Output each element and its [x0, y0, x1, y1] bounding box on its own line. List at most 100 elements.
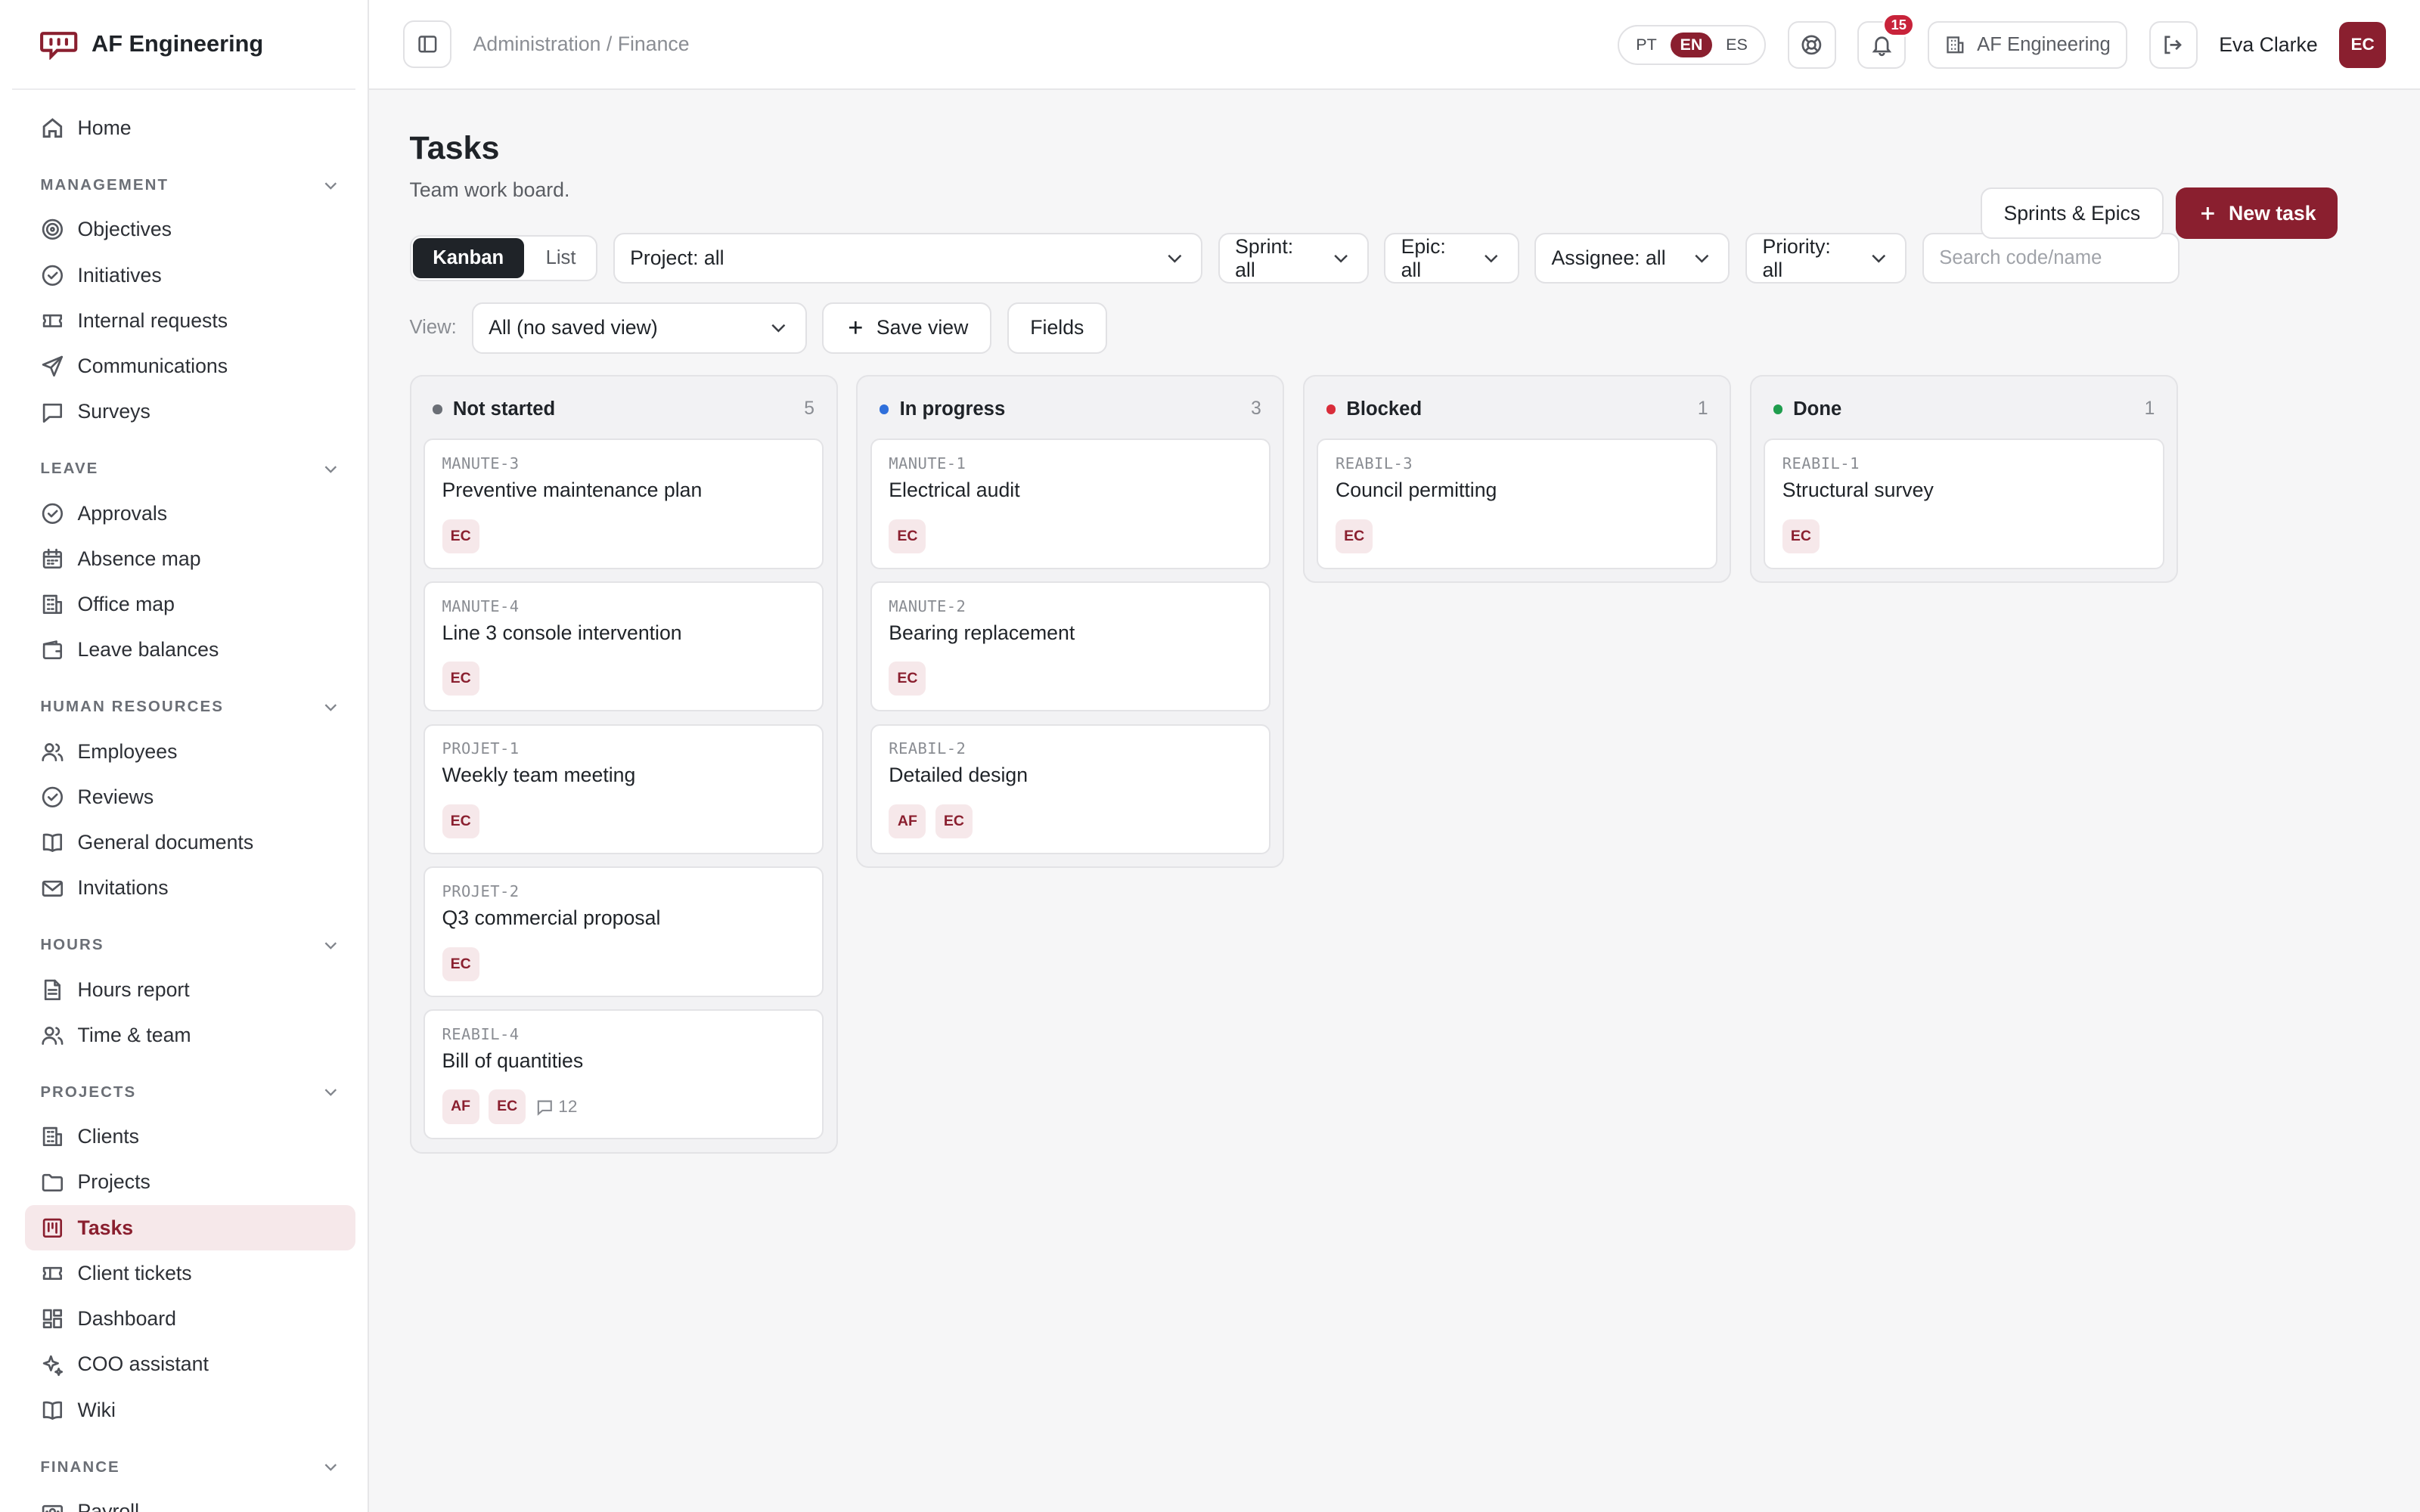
sprints-epics-button[interactable]: Sprints & Epics [1980, 187, 2164, 239]
fields-button[interactable]: Fields [1007, 302, 1108, 354]
assignee-chip[interactable]: EC [935, 804, 973, 839]
assignee-filter[interactable]: Assignee: all [1534, 232, 1730, 284]
folder-icon [42, 1174, 64, 1192]
task-card[interactable]: MANUTE-3 Preventive maintenance plan EC [423, 438, 824, 569]
task-title: Electrical audit [889, 479, 1020, 502]
sidebar-section-header[interactable]: FINANCE [25, 1445, 355, 1489]
assignee-chip[interactable]: EC [489, 1089, 526, 1124]
sidebar-item-leave-balances[interactable]: Leave balances [25, 627, 355, 673]
message-square-icon [43, 403, 63, 423]
sidebar-item-reviews[interactable]: Reviews [25, 774, 355, 820]
assignee-chip[interactable]: EC [1336, 519, 1373, 553]
breadcrumb[interactable]: Administration / Finance [473, 33, 690, 56]
language-option-en[interactable]: EN [1671, 32, 1712, 58]
task-card[interactable]: REABIL-2 Detailed design AF EC [870, 723, 1271, 855]
sidebar-item-label: General documents [77, 831, 254, 854]
sidebar-item-office-map[interactable]: Office map [25, 582, 355, 627]
priority-filter[interactable]: Priority: all [1745, 232, 1907, 284]
task-card[interactable]: MANUTE-1 Electrical audit EC [870, 438, 1271, 569]
task-card[interactable]: MANUTE-2 Bearing replacement EC [870, 581, 1271, 712]
sidebar-section-title: FINANCE [40, 1458, 120, 1476]
sidebar-item-approvals[interactable]: Approvals [25, 491, 355, 536]
sidebar-item-label: Wiki [77, 1398, 116, 1421]
sidebar-item-tasks[interactable]: Tasks [24, 1204, 355, 1251]
sidebar-item-initiatives[interactable]: Initiatives [25, 253, 355, 298]
sidebar-item-wiki[interactable]: Wiki [25, 1387, 355, 1433]
task-title: Preventive maintenance plan [442, 479, 703, 502]
sidebar-item-coo-assistant[interactable]: COO assistant [25, 1342, 355, 1387]
user-name[interactable]: Eva Clarke [2219, 33, 2317, 57]
chevron-down-icon [1485, 255, 1498, 263]
save-view-button[interactable]: Save view [822, 302, 992, 354]
sidebar-section-header[interactable]: HUMAN RESOURCES [25, 686, 355, 729]
assignee-chip[interactable]: EC [442, 662, 479, 696]
sidebar-item-general-documents[interactable]: General documents [25, 820, 355, 866]
assignee-chip[interactable]: AF [442, 1089, 479, 1124]
sidebar-item-client-tickets[interactable]: Client tickets [25, 1250, 355, 1296]
sidebar-item-label: Tasks [77, 1216, 134, 1239]
assignee-chip[interactable]: EC [889, 519, 926, 553]
toggle-sidebar-button[interactable] [403, 20, 451, 69]
language-switcher: PT EN ES [1617, 24, 1767, 66]
logout-button[interactable] [2149, 20, 2198, 70]
task-title: Council permitting [1336, 479, 1497, 502]
project-filter[interactable]: Project: all [613, 232, 1203, 284]
sidebar-item-label: Home [77, 116, 132, 140]
sidebar-item-hours-report[interactable]: Hours report [25, 967, 355, 1012]
view-label: View: [409, 317, 457, 339]
sprint-filter[interactable]: Sprint: all [1218, 232, 1369, 284]
sidebar-item-employees[interactable]: Employees [25, 729, 355, 774]
notifications-button[interactable]: 15 [1857, 13, 1916, 70]
sidebar-item-communications[interactable]: Communications [25, 343, 355, 389]
task-card[interactable]: MANUTE-4 Line 3 console intervention EC [423, 581, 824, 712]
search-input[interactable] [1922, 232, 2180, 284]
view-mode-list[interactable]: List [526, 237, 596, 280]
epic-filter[interactable]: Epic: all [1384, 232, 1519, 284]
avatar[interactable]: EC [2339, 21, 2386, 69]
ticket-icon [43, 1266, 63, 1280]
sidebar-item-internal-requests[interactable]: Internal requests [25, 298, 355, 343]
view-mode-kanban[interactable]: Kanban [412, 237, 524, 279]
sparkles-icon [43, 1355, 64, 1376]
task-card[interactable]: REABIL-3 Council permitting EC [1317, 438, 1717, 569]
sidebar-section-header[interactable]: PROJECTS [25, 1070, 355, 1114]
building-icon [1947, 36, 1964, 54]
sidebar-item-projects[interactable]: Projects [25, 1160, 355, 1205]
sidebar-item-clients[interactable]: Clients [25, 1114, 355, 1159]
assignee-chip[interactable]: AF [889, 804, 926, 839]
assignee-chip[interactable]: EC [1782, 519, 1820, 553]
sidebar-item-invitations[interactable]: Invitations [25, 866, 355, 911]
language-option-pt[interactable]: PT [1627, 33, 1666, 57]
sidebar-section-header[interactable]: HOURS [25, 924, 355, 967]
sidebar-item-dashboard[interactable]: Dashboard [25, 1297, 355, 1342]
assignee-chip[interactable]: EC [442, 804, 479, 839]
task-card[interactable]: PROJET-1 Weekly team meeting EC [423, 723, 824, 855]
sidebar-item-home[interactable]: Home [25, 105, 355, 150]
sidebar-section-header[interactable]: MANAGEMENT [25, 163, 355, 206]
chevron-down-icon [324, 942, 337, 950]
task-title: Structural survey [1782, 479, 1934, 502]
help-button[interactable] [1788, 20, 1836, 70]
task-card[interactable]: REABIL-1 Structural survey EC [1764, 438, 2164, 569]
chevron-down-icon [771, 324, 786, 333]
task-card[interactable]: PROJET-2 Q3 commercial proposal EC [423, 866, 824, 997]
org-switcher-button[interactable]: AF Engineering [1927, 20, 2128, 70]
sidebar-item-absence-map[interactable]: Absence map [25, 536, 355, 581]
brand[interactable]: AF Engineering [12, 0, 355, 90]
sidebar-item-objectives[interactable]: Objectives [25, 207, 355, 253]
sidebar-item-time-team[interactable]: Time & team [25, 1012, 355, 1058]
calendar-icon [43, 548, 63, 569]
new-task-button[interactable]: New task [2176, 187, 2338, 239]
sidebar-item-label: Approvals [77, 501, 168, 525]
lifebuoy-icon [1801, 35, 1822, 55]
task-card[interactable]: REABIL-4 Bill of quantities AF EC 12 [423, 1009, 824, 1140]
task-meta: EC [442, 519, 805, 553]
sidebar-item-surveys[interactable]: Surveys [25, 389, 355, 435]
sidebar-item-payroll[interactable]: Payroll [25, 1489, 355, 1512]
saved-view-select[interactable]: All (no saved view) [471, 302, 807, 354]
assignee-chip[interactable]: EC [442, 519, 479, 553]
assignee-chip[interactable]: EC [889, 662, 926, 696]
sidebar-section-header[interactable]: LEAVE [25, 447, 355, 490]
language-option-es[interactable]: ES [1717, 33, 1757, 57]
assignee-chip[interactable]: EC [442, 947, 479, 981]
